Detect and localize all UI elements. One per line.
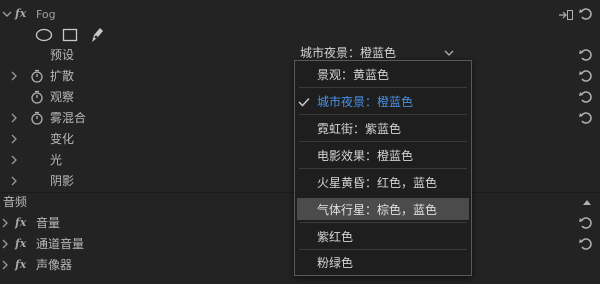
- reset-icon[interactable]: [578, 68, 594, 84]
- dropdown-separator: [299, 141, 467, 142]
- dropdown-item-selected[interactable]: 城市夜景：橙蓝色: [295, 89, 471, 113]
- dropdown-item-label: 粉绿色: [317, 256, 354, 270]
- chevron-right-icon[interactable]: [10, 176, 18, 186]
- dropdown-item-highlighted[interactable]: 气体行星：棕色，蓝色: [297, 198, 469, 220]
- preset-select-value: 城市夜景：橙蓝色: [300, 46, 397, 60]
- property-label: 观察: [50, 90, 75, 104]
- dropdown-separator: [299, 222, 467, 223]
- collapse-up-icon[interactable]: [582, 198, 592, 206]
- preset-select[interactable]: 城市夜景：橙蓝色: [294, 45, 462, 61]
- dropdown-item[interactable]: 景观：黄蓝色: [295, 62, 471, 86]
- dropdown-item[interactable]: 电影效果：橙蓝色: [295, 143, 471, 167]
- property-label: 雾混合: [50, 111, 87, 125]
- chevron-right-icon[interactable]: [10, 134, 18, 144]
- reset-icon[interactable]: [578, 236, 594, 252]
- chevron-down-icon[interactable]: [2, 9, 12, 19]
- dropdown-item[interactable]: 霓虹街：紫蓝色: [295, 116, 471, 140]
- chevron-right-icon[interactable]: [1, 260, 9, 270]
- property-label: 阴影: [50, 174, 75, 188]
- fx-toggle-icon[interactable]: fx: [15, 216, 26, 229]
- chevron-right-icon[interactable]: [10, 113, 18, 123]
- dropdown-separator: [299, 114, 467, 115]
- chevron-down-icon: [444, 50, 454, 56]
- dropdown-item-label: 气体行星：棕色，蓝色: [317, 203, 438, 217]
- preset-dropdown-menu: 景观：黄蓝色 城市夜景：橙蓝色 霓虹街：紫蓝色 电影效果：橙蓝色 火星黄昏：红色…: [294, 60, 472, 276]
- dropdown-separator: [299, 87, 467, 88]
- property-label: 变化: [50, 132, 75, 146]
- fx-toggle-icon[interactable]: fx: [15, 258, 26, 271]
- audio-effect-label: 通道音量: [36, 237, 85, 251]
- effect-name: Fog: [36, 8, 56, 21]
- reset-icon[interactable]: [578, 110, 594, 126]
- section-title: 音频: [3, 195, 28, 209]
- fx-toggle-icon[interactable]: fx: [15, 237, 26, 250]
- ellipse-mask-icon[interactable]: [35, 28, 53, 42]
- effect-header-row[interactable]: fx Fog: [0, 4, 600, 25]
- mask-tools-row: [0, 26, 600, 47]
- dropdown-item[interactable]: 粉绿色: [295, 250, 471, 274]
- dropdown-item-label: 城市夜景：橙蓝色: [317, 95, 414, 109]
- chevron-right-icon[interactable]: [10, 71, 18, 81]
- chevron-right-icon[interactable]: [10, 155, 18, 165]
- add-keyframe-panel-icon[interactable]: [558, 9, 574, 21]
- reset-icon[interactable]: [578, 215, 594, 231]
- dropdown-item-label: 景观：黄蓝色: [317, 68, 390, 82]
- dropdown-item[interactable]: 紫红色: [295, 224, 471, 248]
- stopwatch-icon[interactable]: [30, 69, 44, 83]
- audio-effect-label: 音量: [36, 216, 61, 230]
- rectangle-mask-icon[interactable]: [62, 28, 78, 42]
- stopwatch-icon[interactable]: [30, 111, 44, 125]
- dropdown-item-label: 霓虹街：紫蓝色: [317, 122, 402, 136]
- dropdown-separator: [299, 168, 467, 169]
- dropdown-item-label: 电影效果：橙蓝色: [317, 149, 414, 163]
- reset-icon[interactable]: [578, 47, 594, 63]
- pen-mask-icon[interactable]: [89, 26, 105, 44]
- audio-effect-label: 声像器: [36, 258, 73, 272]
- reset-icon[interactable]: [578, 6, 594, 22]
- property-label: 光: [50, 153, 63, 167]
- fx-toggle-icon[interactable]: fx: [15, 7, 26, 20]
- dropdown-item-label: 紫红色: [317, 230, 354, 244]
- stopwatch-icon[interactable]: [30, 90, 44, 104]
- property-label: 预设: [50, 48, 75, 62]
- dropdown-item-label: 火星黄昏：红色，蓝色: [317, 176, 438, 190]
- chevron-right-icon[interactable]: [1, 239, 9, 249]
- reset-icon[interactable]: [578, 89, 594, 105]
- property-label: 扩散: [50, 69, 75, 83]
- checkmark-icon: [298, 97, 310, 107]
- dropdown-item[interactable]: 火星黄昏：红色，蓝色: [295, 170, 471, 194]
- chevron-right-icon[interactable]: [1, 218, 9, 228]
